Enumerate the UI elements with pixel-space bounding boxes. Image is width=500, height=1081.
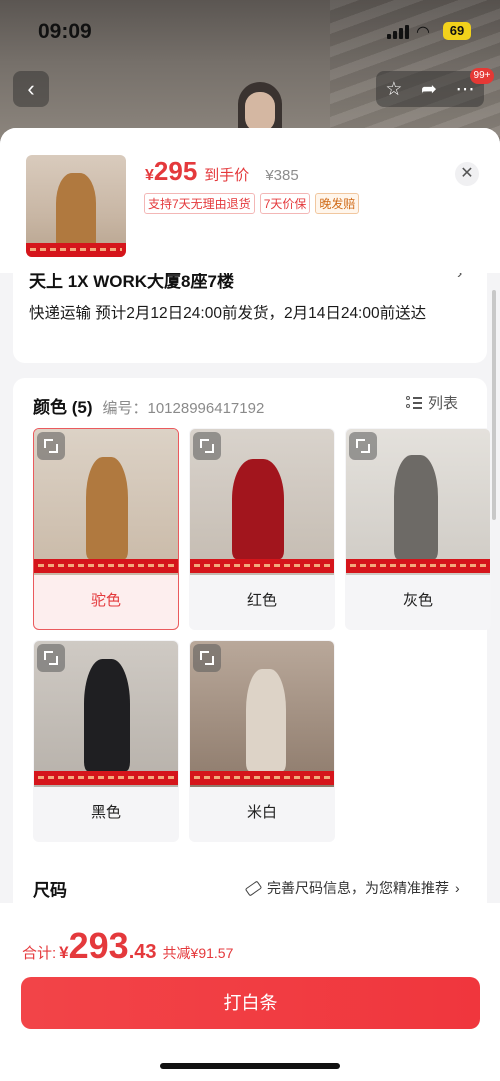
coat-image xyxy=(86,457,128,559)
list-view-label: 列表 xyxy=(428,395,459,412)
color-option-red[interactable]: 红色 xyxy=(189,428,335,630)
color-option-gray[interactable]: 灰色 xyxy=(345,428,491,630)
top-actions: ☆ ➦ ⋯ xyxy=(376,71,484,107)
promo-strip xyxy=(34,771,178,785)
home-indicator xyxy=(160,1063,340,1069)
color-option-camel[interactable]: 驼色 xyxy=(33,428,179,630)
original-price: ¥385 xyxy=(265,167,299,184)
promo-strip xyxy=(34,559,178,573)
promo-strip xyxy=(346,559,490,573)
coat-image xyxy=(394,455,438,559)
tag-late-compensation: 晚发赔 xyxy=(315,193,360,214)
chevron-left-icon: ‹ xyxy=(27,76,35,101)
scrollbar[interactable] xyxy=(492,290,496,520)
ruler-icon xyxy=(244,880,263,896)
background-model-face xyxy=(245,92,275,132)
savings-amount: 共减¥91.57 xyxy=(162,945,234,961)
tag-return: 支持7天无理由退货 xyxy=(144,193,255,214)
delivery-estimate: 快递运输 预计2月12日24:00前发货，2月14日24:00前送达 xyxy=(29,305,427,322)
coat-image xyxy=(56,173,96,249)
color-header: 颜色 (5) 编号：10128996417192 xyxy=(33,393,264,418)
battery-indicator: 69 xyxy=(443,22,471,40)
price-row: ¥ 295 到手价 ¥385 xyxy=(145,156,299,187)
wifi-icon: ◠ xyxy=(416,24,430,41)
chevron-right-icon: › xyxy=(455,880,460,896)
sku-selection-sheet: 天上 1X WORK大厦8座7楼 › 快递运输 预计2月12日24:00前发货，… xyxy=(0,128,500,1081)
total-price: 合计: ¥ 293 .43 共减¥91.57 xyxy=(22,925,233,967)
color-option-black[interactable]: 黑色 xyxy=(33,640,179,842)
star-icon[interactable]: ☆ xyxy=(385,78,402,101)
product-code: 编号：10128996417192 xyxy=(102,400,265,417)
coat-image xyxy=(84,659,130,771)
total-currency: ¥ xyxy=(59,943,69,962)
color-label: 黑色 xyxy=(90,804,121,821)
coat-image xyxy=(246,669,286,771)
promo-strip xyxy=(190,771,334,785)
final-price: 295 xyxy=(153,156,198,186)
promo-strip xyxy=(26,243,126,257)
size-section: 尺码 完善尺码信息，为您精准推荐 › xyxy=(0,868,500,908)
expand-icon[interactable] xyxy=(37,644,65,672)
pay-baitiao-button[interactable]: 打白条 xyxy=(21,977,480,1029)
promo-strip xyxy=(190,559,334,573)
expand-icon[interactable] xyxy=(37,432,65,460)
tag-price-protect: 7天价保 xyxy=(259,193,311,214)
sheet-header: ¥ 295 到手价 ¥385 支持7天无理由退货 7天价保 晚发赔 ✕ xyxy=(0,128,500,273)
close-icon: ✕ xyxy=(460,165,474,182)
total-integer: 293 xyxy=(68,925,129,966)
final-price-label: 到手价 xyxy=(204,167,250,184)
size-hint-text: 完善尺码信息，为您精准推荐 xyxy=(267,880,449,896)
color-label: 驼色 xyxy=(90,592,121,609)
size-title: 尺码 xyxy=(33,881,67,900)
expand-icon[interactable] xyxy=(349,432,377,460)
product-thumbnail[interactable] xyxy=(26,155,126,257)
cellular-signal-icon xyxy=(387,24,411,39)
expand-icon[interactable] xyxy=(193,644,221,672)
size-recommend-link[interactable]: 完善尺码信息，为您精准推荐 › xyxy=(244,878,460,898)
color-label: 米白 xyxy=(246,804,277,821)
total-label: 合计: xyxy=(22,945,57,962)
service-tags: 支持7天无理由退货 7天价保 晚发赔 xyxy=(144,193,360,214)
status-bar: 09:09 ◠ 69 xyxy=(0,0,500,60)
total-decimal: .43 xyxy=(128,941,157,963)
color-label: 红色 xyxy=(246,592,277,609)
back-button[interactable]: ‹ xyxy=(13,71,49,107)
status-time: 09:09 xyxy=(38,20,92,43)
coat-image xyxy=(232,459,284,559)
list-view-button[interactable]: 列表 xyxy=(406,392,458,413)
expand-icon[interactable] xyxy=(193,432,221,460)
checkout-bar: 合计: ¥ 293 .43 共减¥91.57 打白条 xyxy=(0,903,500,1081)
price-currency: ¥ xyxy=(145,167,154,184)
message-badge: 99+ xyxy=(470,68,494,84)
color-title: 颜色 (5) xyxy=(33,398,93,417)
share-icon[interactable]: ➦ xyxy=(421,78,437,101)
color-section: 颜色 (5) 编号：10128996417192 列表 驼色 红色 灰色 黑色 … xyxy=(13,378,491,938)
close-button[interactable]: ✕ xyxy=(455,162,479,186)
color-label: 灰色 xyxy=(402,592,433,609)
list-icon xyxy=(406,395,422,410)
color-option-offwhite[interactable]: 米白 xyxy=(189,640,335,842)
